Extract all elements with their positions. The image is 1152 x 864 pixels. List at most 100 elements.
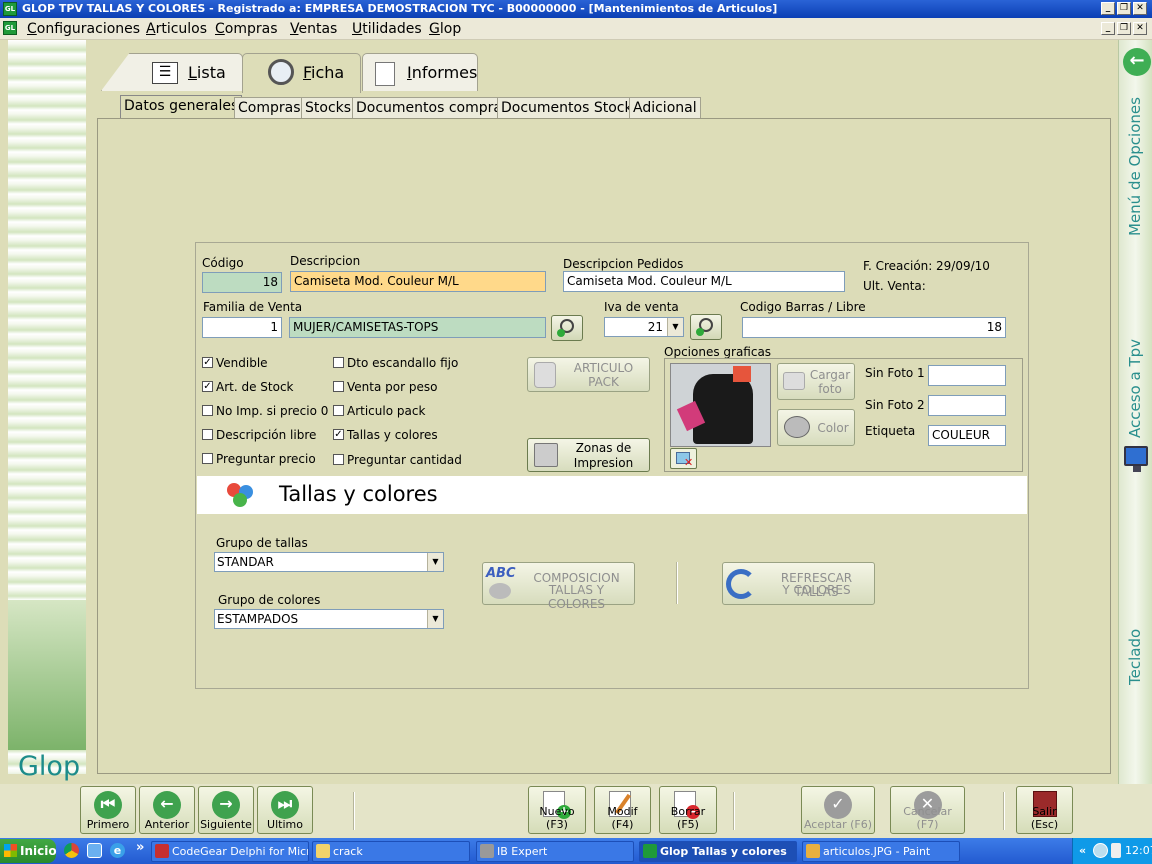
- familia-code-field[interactable]: 1: [202, 317, 282, 338]
- aceptar-button[interactable]: ✓ Aceptar (F6): [801, 786, 875, 834]
- primero-button[interactable]: ⏮ Primero: [80, 786, 136, 834]
- tab-informes[interactable]: Informes: [362, 53, 478, 91]
- child-minimize-button[interactable]: _: [1101, 22, 1115, 35]
- glop-app-icon: [643, 844, 657, 858]
- start-button[interactable]: Inicio: [0, 839, 57, 863]
- menu-opciones-link[interactable]: Menú de Opciones: [1126, 97, 1144, 236]
- minimize-button[interactable]: _: [1101, 2, 1115, 15]
- monitor-icon[interactable]: [1124, 446, 1148, 466]
- vendible-checkbox[interactable]: ✓ Vendible: [202, 356, 268, 370]
- desc-pedidos-field[interactable]: Camiseta Mod. Couleur M/L: [563, 271, 845, 292]
- subtab-documentos-compra[interactable]: Documentos compra: [352, 97, 506, 119]
- divider: [733, 792, 735, 830]
- siguiente-button[interactable]: → Siguiente: [198, 786, 254, 834]
- no-imp-checkbox[interactable]: No Imp. si precio 0: [202, 404, 328, 418]
- monitor-stand: [1133, 466, 1141, 472]
- photo-shirt: [693, 374, 753, 444]
- subtab-documentos-stock[interactable]: Documentos Stock: [497, 97, 637, 119]
- clock[interactable]: 12:07: [1125, 838, 1152, 864]
- taskbar-item-delphi[interactable]: CodeGear Delphi for Micr...: [151, 841, 309, 862]
- camera-icon: [783, 372, 805, 390]
- f-creacion-value: 29/09/10: [936, 259, 990, 273]
- familia-search-button[interactable]: [551, 315, 583, 341]
- subtab-stocks[interactable]: Stocks: [301, 97, 356, 119]
- familia-name-field[interactable]: MUJER/CAMISETAS-TOPS: [289, 317, 546, 338]
- last-record-icon: ⏭: [271, 791, 299, 819]
- cancelar-button[interactable]: ✕ Cancelar (F7): [890, 786, 965, 834]
- sin-foto-1-field[interactable]: [928, 365, 1006, 386]
- etiqueta-field[interactable]: COULEUR: [928, 425, 1006, 446]
- quicklaunch-icon[interactable]: [87, 843, 102, 858]
- acceso-tpv-link[interactable]: Acceso a Tpv: [1126, 339, 1144, 438]
- tallas-colores-title: Tallas y colores: [279, 482, 438, 506]
- chevron-down-icon[interactable]: ▼: [667, 318, 683, 336]
- back-arrow-icon[interactable]: ←: [1123, 48, 1151, 76]
- remove-photo-button[interactable]: ✕: [670, 448, 697, 469]
- zonas-impresion-button[interactable]: Zonas de Impresion: [527, 438, 650, 472]
- menu-configuraciones[interactable]: Configuraciones: [27, 20, 140, 38]
- menu-ventas[interactable]: Ventas: [290, 20, 337, 38]
- taskbar-item-glop[interactable]: Glop Tallas y colores: [639, 841, 797, 862]
- subtab-datos-generales[interactable]: Datos generales: [120, 95, 243, 120]
- more-quicklaunch-icon[interactable]: »: [136, 840, 144, 855]
- grupo-tallas-select[interactable]: STANDAR ▼: [214, 552, 444, 572]
- ie-icon[interactable]: e: [110, 843, 125, 858]
- volume-icon[interactable]: [1111, 843, 1121, 858]
- tab-ficha[interactable]: Ficha: [242, 53, 361, 93]
- modif-button[interactable]: Modif (F4): [594, 786, 651, 834]
- chrome-icon[interactable]: [64, 843, 79, 858]
- menu-articulos[interactable]: Articulos: [146, 20, 207, 38]
- folder-icon: [316, 844, 330, 858]
- menu-utilidades[interactable]: Utilidades: [352, 20, 422, 38]
- grupo-colores-select[interactable]: ESTAMPADOS ▼: [214, 609, 444, 629]
- delete-x-icon: ✕: [684, 456, 694, 469]
- restore-button[interactable]: ❐: [1117, 2, 1131, 15]
- taskbar-item-paint[interactable]: articulos.JPG - Paint: [802, 841, 960, 862]
- plus-badge-icon: [557, 329, 565, 337]
- articulo-pack-button[interactable]: ARTICULO PACK: [527, 357, 650, 392]
- color-button[interactable]: Color: [777, 409, 855, 446]
- tray-expand-icon[interactable]: «: [1079, 838, 1086, 864]
- iva-search-button[interactable]: [690, 314, 722, 340]
- printer-icon: [534, 443, 558, 467]
- composicion-button[interactable]: ABC COMPOSICION TALLAS Y COLORES: [482, 562, 635, 611]
- tab-lista[interactable]: ☰ Lista: [101, 53, 243, 91]
- taskbar-item-ibexpert[interactable]: IB Expert: [476, 841, 634, 862]
- iva-select[interactable]: 21 ▼: [604, 317, 684, 337]
- close-button[interactable]: ✕: [1133, 2, 1147, 15]
- taskbar-item-crack[interactable]: crack: [312, 841, 470, 862]
- child-close-button[interactable]: ✕: [1133, 22, 1147, 35]
- anterior-button[interactable]: ← Anterior: [139, 786, 195, 834]
- menu-compras[interactable]: Compras: [215, 20, 278, 38]
- subtab-compras[interactable]: Compras: [234, 97, 305, 119]
- chevron-down-icon[interactable]: ▼: [427, 610, 443, 628]
- nuevo-button[interactable]: + Nuevo (F3): [528, 786, 586, 834]
- venta-peso-checkbox[interactable]: Venta por peso: [333, 380, 437, 394]
- refrescar-button[interactable]: REFRESCAR TALLAS Y COLORES: [722, 562, 875, 605]
- barras-field[interactable]: 18: [742, 317, 1006, 338]
- teclado-link[interactable]: Teclado: [1126, 629, 1144, 685]
- child-restore-button[interactable]: ❐: [1117, 22, 1131, 35]
- ultimo-button[interactable]: ⏭ Ultimo: [257, 786, 313, 834]
- art-stock-checkbox[interactable]: ✓ Art. de Stock: [202, 380, 294, 394]
- right-side-bar: ← Menú de Opciones Acceso a Tpv Teclado: [1118, 40, 1152, 818]
- menu-glop[interactable]: Glop: [429, 20, 461, 38]
- descripcion-field[interactable]: Camiseta Mod. Couleur M/L: [290, 271, 546, 292]
- dto-escandallo-checkbox[interactable]: Dto escandallo fijo: [333, 356, 458, 370]
- etiqueta-label: Etiqueta: [865, 424, 916, 438]
- preguntar-precio-checkbox[interactable]: Preguntar precio: [202, 452, 316, 466]
- codigo-field[interactable]: 18: [202, 272, 282, 293]
- cargar-foto-button[interactable]: Cargar foto: [777, 363, 855, 400]
- chevron-down-icon[interactable]: ▼: [427, 553, 443, 571]
- tallas-colores-checkbox[interactable]: ✓ Tallas y colores: [333, 428, 438, 442]
- preguntar-cantidad-checkbox[interactable]: Preguntar cantidad: [333, 453, 462, 467]
- sin-foto-2-field[interactable]: [928, 395, 1006, 416]
- refresh-icon: [726, 569, 756, 599]
- articulo-pack-checkbox[interactable]: Articulo pack: [333, 404, 425, 418]
- salir-button[interactable]: Salir (Esc): [1016, 786, 1073, 834]
- borrar-button[interactable]: – Borrar (F5): [659, 786, 717, 834]
- descripcion-libre-checkbox[interactable]: Descripción libre: [202, 428, 316, 442]
- subtab-adicional[interactable]: Adicional: [629, 97, 701, 119]
- ult-venta-label: Ult. Venta:: [863, 279, 926, 293]
- network-icon[interactable]: [1093, 843, 1108, 858]
